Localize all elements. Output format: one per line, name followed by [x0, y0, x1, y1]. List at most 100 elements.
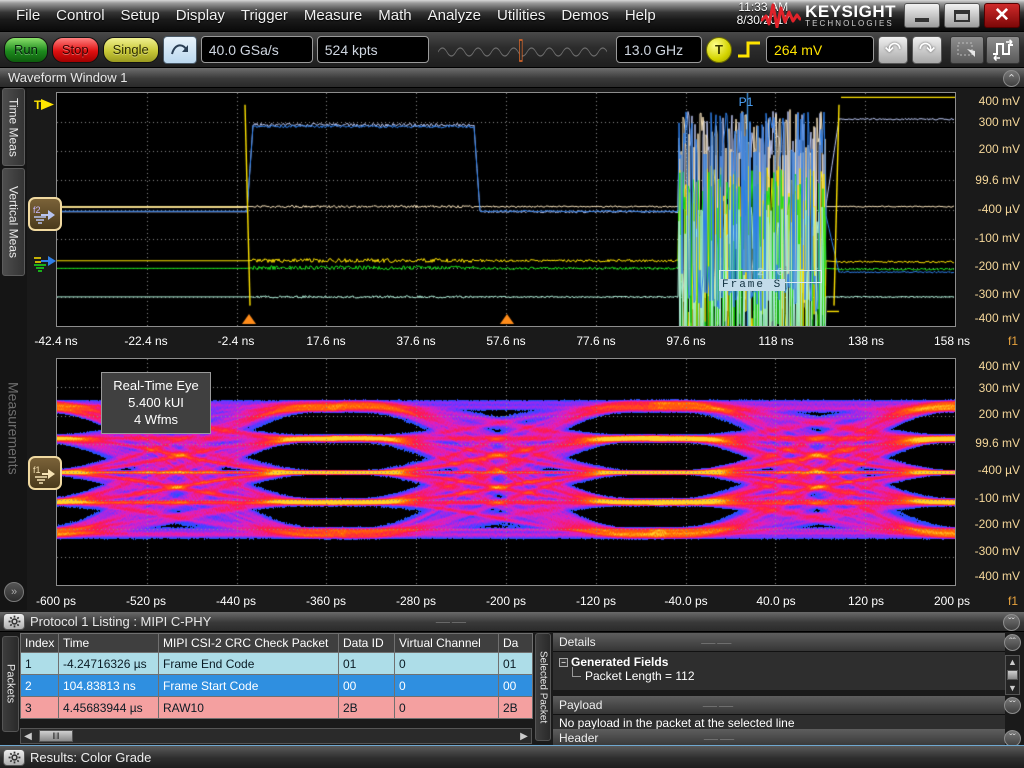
horizontal-position-strip[interactable]: [438, 36, 607, 64]
col-da[interactable]: Da: [499, 634, 533, 653]
autoscale-button[interactable]: [986, 36, 1020, 64]
table-row[interactable]: 2 104.83813 ns Frame Start Code 00 0 00: [21, 675, 533, 697]
menu-item-math[interactable]: Math: [370, 4, 419, 27]
protocol-listing-table[interactable]: Index Time MIPI CSI-2 CRC Check Packet D…: [20, 633, 533, 719]
menu-item-file[interactable]: File: [8, 4, 48, 27]
details-scroll-up[interactable]: ▲: [1008, 657, 1017, 667]
xtick-4: 37.6 ns: [396, 334, 435, 348]
protocol-collapse-button[interactable]: ˇˇ: [1003, 614, 1020, 631]
eye-legend-title: Real-Time Eye: [110, 377, 202, 394]
ytick-e1: 300 mV: [979, 381, 1020, 395]
eye-xtick-8: 40.0 ps: [756, 594, 795, 608]
channel-ground-icon-2: [32, 250, 58, 276]
undo-button[interactable]: ↶: [878, 36, 908, 64]
trigger-badge[interactable]: T: [706, 37, 732, 63]
cell-da: 2B: [499, 697, 533, 719]
cell-virtual-channel: 0: [395, 675, 499, 697]
cell-da: 00: [499, 675, 533, 697]
eye-xtick-7: -40.0 ps: [664, 594, 707, 608]
payload-header-text: Payload: [559, 698, 602, 712]
details-header[interactable]: Details ⸺⸺: [553, 633, 1005, 652]
col-packet[interactable]: MIPI CSI-2 CRC Check Packet: [159, 634, 339, 653]
xtick-10: 158 ns: [934, 334, 970, 348]
channel-ground-icon: f2: [32, 202, 58, 226]
menu-item-trigger[interactable]: Trigger: [233, 4, 296, 27]
details-scroll-thumb[interactable]: [1007, 670, 1018, 680]
results-settings-button[interactable]: [3, 749, 25, 766]
trigger-marker-t[interactable]: T: [34, 98, 55, 112]
decode-frame-label[interactable]: Frame S: [719, 279, 785, 291]
trigger-arrow-icon: [41, 99, 55, 110]
clear-display-button[interactable]: [163, 36, 197, 64]
memory-depth-field[interactable]: 524 kpts: [317, 36, 429, 63]
sample-rate-field[interactable]: 40.0 GSa/s: [201, 36, 313, 63]
protocol-settings-button[interactable]: [3, 613, 25, 630]
packets-tab[interactable]: Packets: [2, 636, 19, 732]
trigger-level-field[interactable]: 264 mV: [766, 36, 874, 63]
channel-marker-f2[interactable]: f2: [28, 197, 62, 231]
autoscale-icon: [991, 39, 1015, 61]
selected-packet-tab[interactable]: Selected Packet: [535, 633, 551, 741]
waveform-collapse-button[interactable]: ⌃: [1003, 70, 1020, 87]
eye-xtick-3: -360 ps: [306, 594, 346, 608]
table-row[interactable]: 3 4.45683944 µs RAW10 2B 0 2B: [21, 697, 533, 719]
tree-toggle-icon[interactable]: −: [559, 658, 568, 667]
details-scroll-down[interactable]: ▼: [1008, 683, 1017, 693]
menu-item-control[interactable]: Control: [48, 4, 112, 27]
time-axis-labels: -42.4 ns -22.4 ns -2.4 ns 17.6 ns 37.6 n…: [0, 334, 1024, 356]
redo-button[interactable]: ↷: [912, 36, 942, 64]
col-time[interactable]: Time: [59, 634, 159, 653]
menu-item-demos[interactable]: Demos: [553, 4, 617, 27]
gear-icon: [8, 615, 21, 628]
header-header-text: Header: [559, 731, 598, 745]
table-row[interactable]: 1 -4.24716326 µs Frame End Code 01 0 01: [21, 653, 533, 675]
minimize-button[interactable]: [904, 3, 940, 28]
scroll-thumb[interactable]: ‖‖: [39, 730, 73, 742]
menu-item-analyze[interactable]: Analyze: [420, 4, 489, 27]
cell-time: -4.24716326 µs: [59, 653, 159, 675]
zoom-region-button[interactable]: [950, 36, 984, 64]
tree-leaf-packet-length[interactable]: Packet Length = 112: [559, 669, 999, 683]
menu-item-setup[interactable]: Setup: [113, 4, 168, 27]
payload-header[interactable]: Payload ⸺⸺: [553, 696, 1005, 715]
stop-button[interactable]: Stop: [52, 37, 99, 63]
tree-node-generated-fields[interactable]: − Generated Fields: [559, 655, 999, 669]
details-vertical-scrollbar[interactable]: ▲ ▼: [1005, 655, 1020, 695]
brand-name: KEYSIGHT: [805, 3, 896, 20]
sidebar-tab-vertical-meas[interactable]: Vertical Meas: [2, 168, 25, 276]
menu-item-measure[interactable]: Measure: [296, 4, 370, 27]
menu-item-display[interactable]: Display: [168, 4, 233, 27]
bandwidth-field[interactable]: 13.0 GHz: [616, 36, 702, 63]
channel-marker-secondary[interactable]: [32, 250, 58, 276]
header-grip[interactable]: ⸺⸺: [703, 732, 735, 745]
single-button[interactable]: Single: [103, 37, 159, 63]
cursor-label-p1[interactable]: P1: [739, 95, 754, 109]
scroll-right-arrow[interactable]: ▶: [517, 731, 531, 742]
protocol-horizontal-scrollbar[interactable]: ◀ ‖‖ ▶: [20, 728, 532, 744]
run-button[interactable]: Run: [4, 37, 48, 63]
real-time-eye-legend[interactable]: Real-Time Eye 5.400 kUI 4 Wfms: [101, 372, 211, 434]
details-collapse-button[interactable]: ˆˆ: [1004, 634, 1021, 651]
zoom-region-icon: [956, 40, 978, 60]
ytick-t7: -300 mV: [975, 287, 1020, 301]
col-index[interactable]: Index: [21, 634, 59, 653]
col-data-id[interactable]: Data ID: [339, 634, 395, 653]
sidebar-tab-measurements[interactable]: Measurements: [2, 278, 25, 578]
menu-item-help[interactable]: Help: [617, 4, 664, 27]
scroll-left-arrow[interactable]: ◀: [21, 731, 35, 742]
details-section: Details ⸺⸺ − Generated Fields Packet Len…: [553, 633, 1005, 690]
col-virtual-channel[interactable]: Virtual Channel: [395, 634, 499, 653]
sidebar-tab-time-meas[interactable]: Time Meas: [2, 88, 25, 166]
menu-item-utilities[interactable]: Utilities: [489, 4, 553, 27]
payload-grip[interactable]: ⸺⸺: [702, 699, 734, 712]
details-grip[interactable]: ⸺⸺: [701, 636, 733, 649]
panel-grip[interactable]: ⸺⸺: [435, 615, 467, 628]
ytick-t0: 400 mV: [979, 94, 1020, 108]
eye-xtick-0: -600 ps: [36, 594, 76, 608]
maximize-button[interactable]: [944, 3, 980, 28]
close-button[interactable]: ✕: [984, 3, 1020, 28]
payload-collapse-button[interactable]: ˇˇ: [1004, 697, 1021, 714]
ytick-e0: 400 mV: [979, 359, 1020, 373]
time-domain-plot[interactable]: [56, 92, 956, 327]
channel-marker-f1[interactable]: f1: [28, 456, 62, 490]
